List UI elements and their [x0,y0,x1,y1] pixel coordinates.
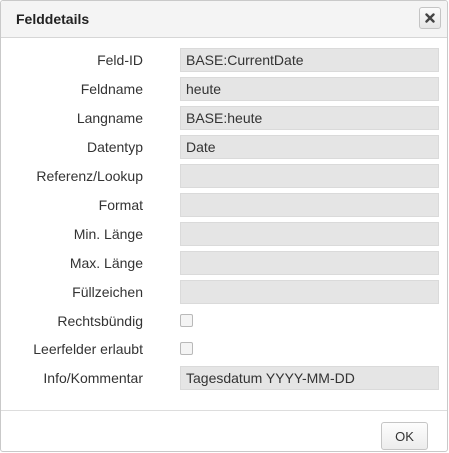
row-rechtsbuendig: Rechtsbündig [1,309,447,333]
fuellzeichen-label: Füllzeichen [72,284,143,300]
feld-id-field[interactable]: BASE:CurrentDate [180,48,439,72]
dialog-titlebar: Felddetails [1,1,447,38]
langname-label: Langname [76,110,143,126]
close-button[interactable] [419,7,441,29]
datentyp-field[interactable]: Date [180,135,439,159]
min-laenge-label: Min. Länge [73,226,143,242]
max-laenge-field[interactable] [180,251,439,275]
close-x-icon [425,13,435,23]
row-format: Format [1,193,447,217]
leerfelder-erlaubt-checkbox[interactable] [180,342,193,355]
ok-button[interactable]: OK [381,422,428,450]
row-min-laenge: Min. Länge [1,222,447,246]
row-leerfelder-erlaubt: Leerfelder erlaubt [1,337,447,361]
feld-id-label: Feld-ID [97,52,143,68]
leerfelder-erlaubt-label: Leerfelder erlaubt [33,341,143,357]
referenz-lookup-field[interactable] [180,164,439,188]
row-referenz-lookup: Referenz/Lookup [1,164,447,188]
row-feld-id: Feld-ID BASE:CurrentDate [1,48,447,72]
field-details-dialog: Felddetails Feld-ID BASE:CurrentDate Fel… [0,0,448,452]
rechtsbuendig-checkbox[interactable] [180,314,193,327]
row-info-kommentar: Info/Kommentar Tagesdatum YYYY-MM-DD [1,366,447,390]
info-kommentar-label: Info/Kommentar [43,370,143,386]
max-laenge-label: Max. Länge [69,255,143,271]
feldname-label: Feldname [80,81,143,97]
row-fuellzeichen: Füllzeichen [1,280,447,304]
format-label: Format [98,197,143,213]
referenz-lookup-label: Referenz/Lookup [36,168,143,184]
footer-divider [1,410,447,411]
row-max-laenge: Max. Länge [1,251,447,275]
datentyp-label: Datentyp [86,139,143,155]
fuellzeichen-field[interactable] [180,280,439,304]
dialog-title: Felddetails [16,11,90,27]
row-feldname: Feldname heute [1,77,447,101]
row-datentyp: Datentyp Date [1,135,447,159]
rechtsbuendig-label: Rechtsbündig [57,313,143,329]
feldname-field[interactable]: heute [180,77,439,101]
format-field[interactable] [180,193,439,217]
langname-field[interactable]: BASE:heute [180,106,439,130]
info-kommentar-field[interactable]: Tagesdatum YYYY-MM-DD [180,366,439,390]
min-laenge-field[interactable] [180,222,439,246]
row-langname: Langname BASE:heute [1,106,447,130]
